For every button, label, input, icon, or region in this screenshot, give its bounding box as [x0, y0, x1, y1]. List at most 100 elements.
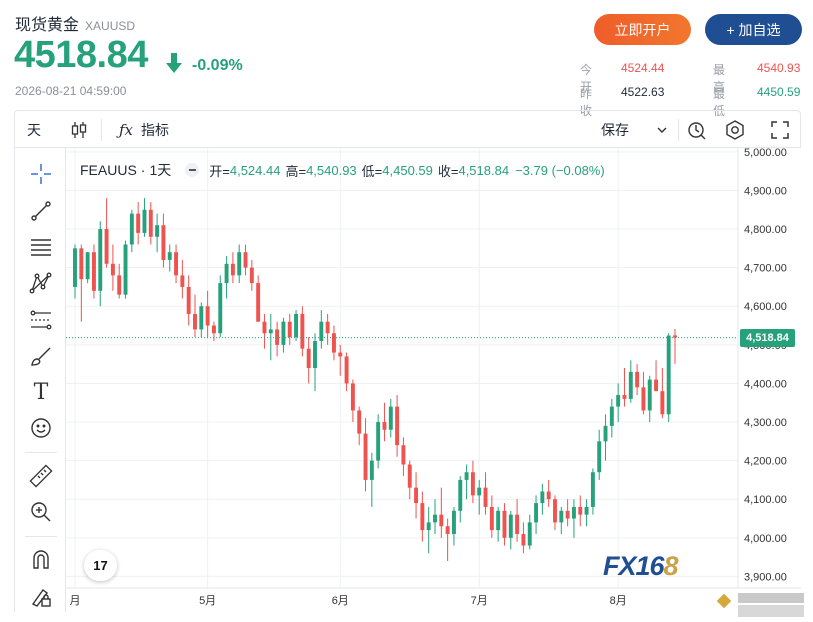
lock-drawing-icon[interactable]: [27, 582, 55, 610]
price-change: -0.09%: [192, 57, 243, 74]
candle: [458, 476, 463, 523]
candle: [546, 479, 551, 507]
candle-body: [319, 321, 324, 341]
candle-body: [79, 248, 84, 280]
candle-style-icon[interactable]: [70, 111, 88, 148]
text-icon[interactable]: T: [27, 378, 55, 406]
candle: [673, 329, 677, 364]
candle-body: [91, 252, 96, 291]
candle: [616, 383, 621, 423]
magnet-icon[interactable]: [27, 546, 55, 574]
candle: [521, 522, 526, 554]
x-tick-label: 6月: [332, 595, 349, 607]
candle: [508, 510, 513, 550]
candle-body: [578, 506, 583, 515]
candle-body: [186, 286, 191, 314]
alert-icon[interactable]: [686, 111, 708, 148]
tradingview-logo[interactable]: 17: [84, 550, 117, 581]
candle-body: [306, 348, 311, 368]
candle: [388, 398, 393, 438]
pattern-icon[interactable]: [27, 269, 55, 297]
chart-toolbar: 天 ƒx 指标 保存: [14, 110, 801, 148]
candle-body: [647, 379, 652, 411]
candle-body: [489, 506, 494, 531]
chart-legend: FEAUUS · 1天 开= 4,524.44 高= 4,540.93 低= 4,45…: [80, 160, 605, 180]
interval-selector[interactable]: 天: [27, 111, 41, 148]
zoom-in-icon[interactable]: [27, 498, 55, 526]
legend-low: 4,450.59: [382, 162, 433, 178]
candle-body: [508, 514, 513, 538]
candle: [262, 313, 267, 349]
candle: [660, 368, 665, 419]
trend-line-icon[interactable]: [27, 197, 55, 225]
candle: [91, 244, 96, 299]
candle-body: [483, 487, 488, 507]
candle-body: [584, 506, 589, 515]
emoji-icon[interactable]: [27, 414, 55, 442]
save-button[interactable]: 保存: [601, 111, 668, 148]
legend-close: 4,518.84: [458, 162, 510, 178]
candle: [597, 429, 602, 480]
ruler-icon[interactable]: [27, 462, 55, 490]
toolbar-divider: [678, 119, 679, 141]
candle-body: [534, 503, 539, 523]
open-account-button[interactable]: 立即开户: [594, 14, 691, 45]
candle-body: [211, 325, 216, 334]
candle: [331, 325, 336, 361]
fib-retracement-icon[interactable]: [27, 306, 55, 334]
price-chart[interactable]: 5,000.00 4,900.00 4,800.00 4,700.00 4,600.00…: [66, 148, 801, 612]
candle-body: [433, 514, 437, 523]
candle-body: [136, 213, 141, 233]
legend-close-label: 收=: [437, 163, 459, 179]
candle: [155, 213, 160, 253]
candle-body: [110, 263, 115, 276]
instrument-name: 现货黄金: [15, 17, 80, 34]
candle-body: [590, 472, 595, 507]
fullscreen-icon[interactable]: [770, 111, 790, 148]
candle-body: [287, 321, 292, 338]
candle-body: [382, 422, 387, 430]
candle-body: [521, 533, 526, 546]
y-tick-label: 4,100.00: [744, 494, 787, 506]
candle-body: [275, 329, 280, 345]
candle: [224, 256, 229, 299]
candle: [407, 460, 412, 500]
candle: [571, 499, 576, 538]
candle: [527, 514, 532, 550]
candle-body: [357, 410, 362, 434]
candle-body: [123, 244, 128, 295]
timestamp: 2026-08-21 04:59:00: [15, 84, 127, 98]
candle-body: [597, 441, 602, 473]
candle: [622, 368, 627, 407]
candle-body: [174, 252, 179, 276]
candle-body: [331, 333, 336, 353]
candle: [129, 209, 134, 253]
candle-body: [338, 352, 343, 357]
candle-body: [515, 514, 520, 534]
candle-body: [249, 267, 254, 284]
candle: [123, 240, 128, 299]
candle: [142, 198, 147, 237]
candle-body: [142, 209, 147, 233]
add-watchlist-button[interactable]: + 加自选: [705, 14, 802, 45]
candle-body: [395, 406, 400, 446]
candle: [319, 310, 324, 349]
indicators-button[interactable]: ƒx 指标: [119, 111, 169, 148]
candle-body: [218, 283, 223, 334]
candle: [489, 495, 494, 538]
collapse-legend-button[interactable]: [185, 163, 200, 177]
candle: [647, 375, 652, 423]
candle: [502, 503, 507, 546]
settings-icon[interactable]: [724, 111, 746, 148]
fx-icon: ƒx: [119, 120, 134, 139]
crosshair-icon[interactable]: [27, 160, 55, 188]
candle-body: [313, 340, 317, 368]
candle: [161, 213, 166, 268]
brush-icon[interactable]: [27, 342, 55, 370]
horizontal-lines-icon[interactable]: [27, 233, 55, 261]
watermark-digit: 8: [663, 551, 679, 581]
candle-body: [193, 313, 197, 330]
candle-body: [376, 422, 381, 461]
candle: [85, 252, 90, 284]
high-value: 4540.93: [757, 61, 801, 75]
